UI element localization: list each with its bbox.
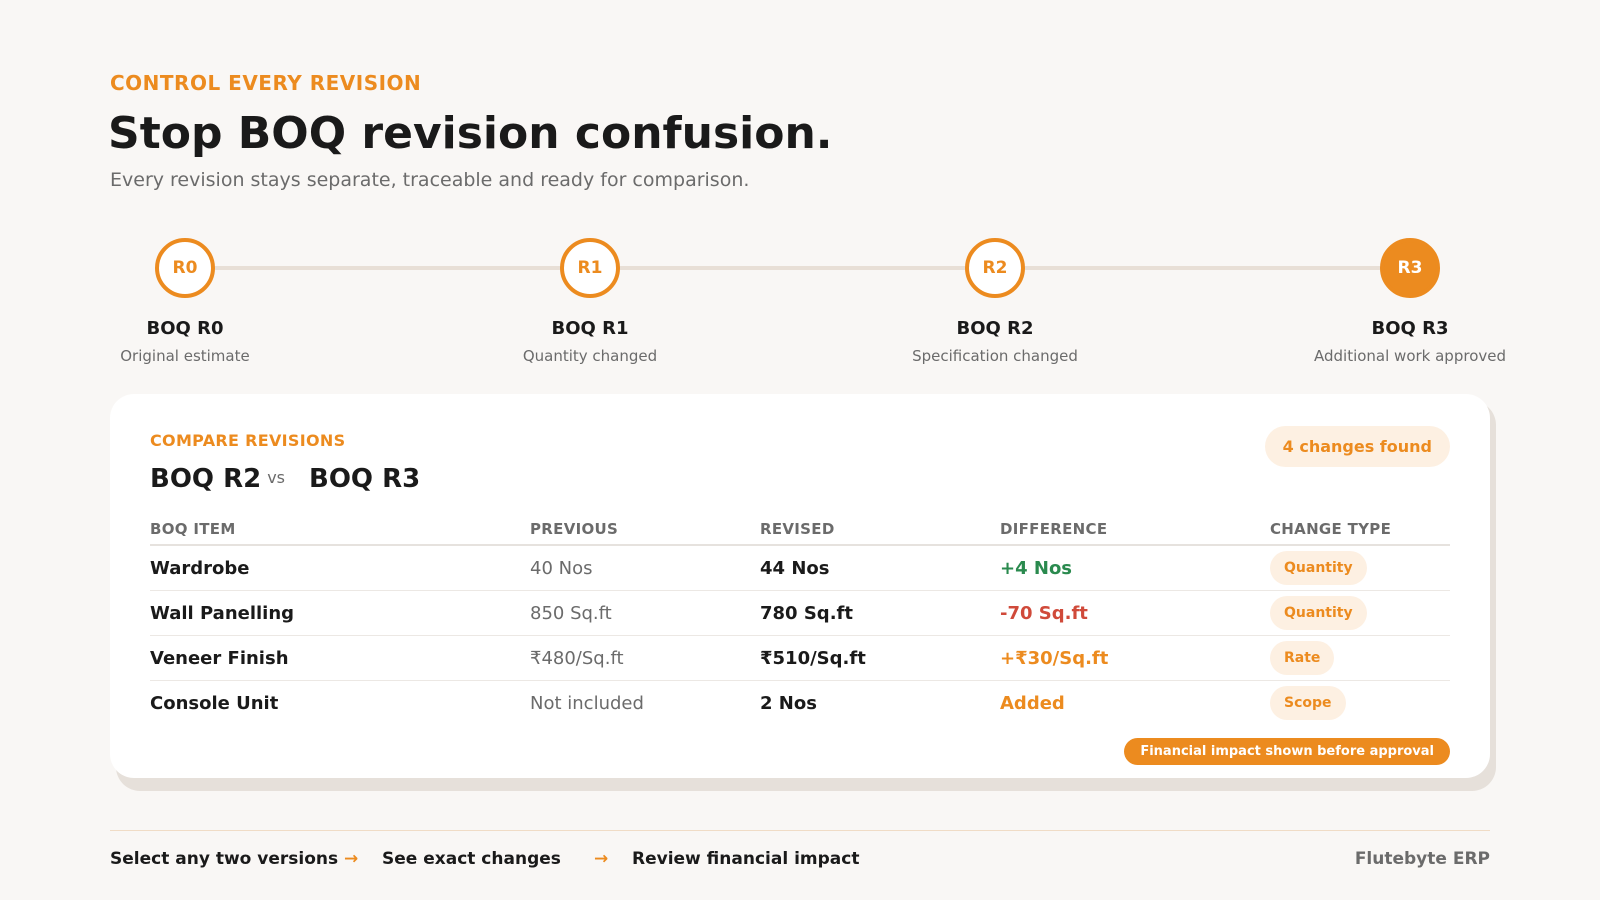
revision-description: Specification changed [912, 347, 1078, 365]
compare-right-revision: BOQ R3 [309, 464, 421, 494]
previous-cell: Not included [530, 692, 644, 714]
change-type-cell: Quantity [1270, 596, 1367, 630]
change-type-pill: Quantity [1270, 551, 1367, 585]
compare-vs: vs [267, 468, 285, 487]
column-header: BOQ ITEM [150, 520, 236, 538]
revision-badge: R0 [155, 238, 215, 298]
table-row: Wardrobe 40 Nos 44 Nos +4 Nos Quantity [150, 546, 1450, 591]
page-subtitle: Every revision stays separate, traceable… [110, 169, 750, 191]
changes-count-badge: 4 changes found [1264, 426, 1450, 467]
change-type-cell: Scope [1270, 686, 1346, 720]
change-type-pill: Quantity [1270, 596, 1367, 630]
revision-label: BOQ R1 [551, 318, 629, 339]
item-cell: Veneer Finish [150, 647, 289, 669]
revision-label: BOQ R2 [956, 318, 1034, 339]
revised-cell: ₹510/Sq.ft [760, 647, 866, 669]
brand-name: Flutebyte ERP [1354, 849, 1490, 869]
table-row: Wall Panelling 850 Sq.ft 780 Sq.ft -70 S… [150, 591, 1450, 636]
revised-cell: 44 Nos [760, 557, 830, 579]
difference-cell: Added [1000, 692, 1065, 714]
item-cell: Wardrobe [150, 557, 250, 579]
change-type-pill: Scope [1270, 686, 1346, 720]
page-eyebrow: CONTROL EVERY REVISION [110, 71, 422, 95]
timeline-track [185, 266, 1410, 270]
column-header: DIFFERENCE [1000, 520, 1108, 538]
table-row: Console Unit Not included 2 Nos Added Sc… [150, 681, 1450, 725]
footer-step-select: Select any two versions [110, 849, 339, 869]
change-type-cell: Quantity [1270, 551, 1367, 585]
column-header: PREVIOUS [530, 520, 619, 538]
change-type-cell: Rate [1270, 641, 1335, 675]
item-cell: Wall Panelling [150, 602, 295, 624]
revision-label: BOQ R3 [1371, 318, 1449, 339]
difference-cell: +₹30/Sq.ft [1000, 647, 1109, 669]
revision-description: Additional work approved [1313, 347, 1506, 365]
previous-cell: 40 Nos [530, 557, 593, 579]
comparison-table: BOQ ITEM PREVIOUS REVISED DIFFERENCE CHA… [150, 514, 1450, 725]
change-type-pill: Rate [1270, 641, 1335, 675]
previous-cell: 850 Sq.ft [530, 602, 612, 624]
revision-description: Quantity changed [522, 347, 658, 365]
arrow-right-icon: → [344, 849, 359, 869]
footer-divider [110, 830, 1490, 831]
item-cell: Console Unit [150, 692, 279, 714]
column-header: REVISED [760, 520, 835, 538]
revision-badge-active: R3 [1380, 238, 1440, 298]
difference-cell: -70 Sq.ft [1000, 602, 1088, 624]
revision-badge: R2 [965, 238, 1025, 298]
revised-cell: 2 Nos [760, 692, 817, 714]
previous-cell: ₹480/Sq.ft [530, 647, 624, 669]
footer-step-review: Review financial impact [632, 849, 860, 869]
page-title: Stop BOQ revision confusion. [108, 108, 833, 159]
revision-badge: R1 [560, 238, 620, 298]
compare-left-revision: BOQ R2 [150, 464, 262, 494]
timeline-step-r3[interactable]: R3 BOQ R3 Additional work approved [1280, 238, 1540, 365]
revision-description: Original estimate [120, 347, 250, 365]
timeline-step-r1[interactable]: R1 BOQ R1 Quantity changed [460, 238, 720, 365]
compare-eyebrow: COMPARE REVISIONS [150, 431, 346, 450]
financial-impact-tag: Financial impact shown before approval [1124, 738, 1450, 765]
timeline-step-r0[interactable]: R0 BOQ R0 Original estimate [55, 238, 315, 365]
compare-heading: BOQ R2 vs BOQ R3 [150, 464, 420, 494]
arrow-right-icon: → [594, 849, 609, 869]
table-row: Veneer Finish ₹480/Sq.ft ₹510/Sq.ft +₹30… [150, 636, 1450, 681]
footer-step-see-changes: See exact changes [382, 849, 561, 869]
revised-cell: 780 Sq.ft [760, 602, 853, 624]
compare-card: COMPARE REVISIONS BOQ R2 vs BOQ R3 4 cha… [110, 394, 1490, 778]
timeline-step-r2[interactable]: R2 BOQ R2 Specification changed [865, 238, 1125, 365]
column-header: CHANGE TYPE [1270, 520, 1392, 538]
table-header: BOQ ITEM PREVIOUS REVISED DIFFERENCE CHA… [150, 514, 1450, 546]
difference-cell: +4 Nos [1000, 557, 1073, 579]
revision-label: BOQ R0 [146, 318, 224, 339]
